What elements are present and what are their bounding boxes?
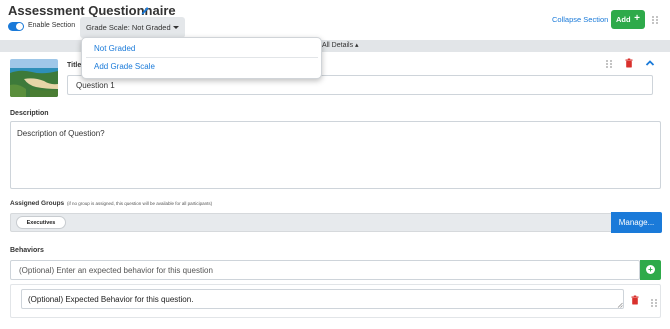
description-textarea[interactable]: Description of Question?: [10, 121, 661, 189]
add-button-label: Add: [616, 15, 631, 24]
behaviors-label: Behaviors: [10, 247, 44, 254]
collapse-section-link[interactable]: Collapse Section: [552, 15, 608, 24]
grade-scale-menu: Not Graded Add Grade Scale: [81, 37, 322, 79]
pencil-icon[interactable]: [140, 4, 150, 16]
plus-circle-icon: +: [646, 265, 655, 274]
chevron-up-icon[interactable]: [645, 59, 655, 67]
group-chip-executives[interactable]: Executives: [16, 216, 66, 229]
manage-groups-button[interactable]: Manage...: [611, 212, 662, 233]
menu-item-add-grade-scale[interactable]: Add Grade Scale: [94, 62, 155, 71]
enable-section-toggle[interactable]: [8, 22, 24, 31]
add-behavior-button[interactable]: +: [640, 260, 661, 280]
title-label: Title: [67, 62, 82, 69]
enable-section-label: Enable Section: [28, 22, 76, 29]
menu-divider: [86, 57, 318, 58]
grade-scale-label: Grade Scale: Not Graded: [86, 23, 171, 32]
description-label: Description: [10, 110, 49, 117]
menu-item-not-graded[interactable]: Not Graded: [94, 44, 135, 53]
add-button[interactable]: Add +: [611, 10, 645, 29]
assigned-groups-field: [10, 213, 612, 232]
drag-handle-icon[interactable]: [651, 15, 659, 25]
assigned-groups-hint: (if no group is assigned, this question …: [67, 201, 213, 206]
drag-handle-icon[interactable]: [650, 298, 658, 308]
trash-icon[interactable]: [625, 58, 633, 68]
resize-handle-icon[interactable]: [617, 302, 623, 308]
section-title: Assessment Questionnaire: [8, 3, 176, 18]
grade-scale-dropdown[interactable]: Grade Scale: Not Graded: [80, 17, 185, 38]
behavior-item-textarea[interactable]: (Optional) Expected Behavior for this qu…: [21, 289, 624, 309]
trash-icon[interactable]: [631, 295, 639, 305]
question-thumbnail-image[interactable]: [10, 59, 58, 97]
assigned-groups-label: Assigned Groups: [10, 200, 65, 207]
drag-handle-icon[interactable]: [605, 59, 613, 69]
plus-icon: +: [634, 13, 640, 24]
behavior-input[interactable]: (Optional) Enter an expected behavior fo…: [10, 260, 640, 280]
caret-down-icon: [173, 26, 179, 29]
